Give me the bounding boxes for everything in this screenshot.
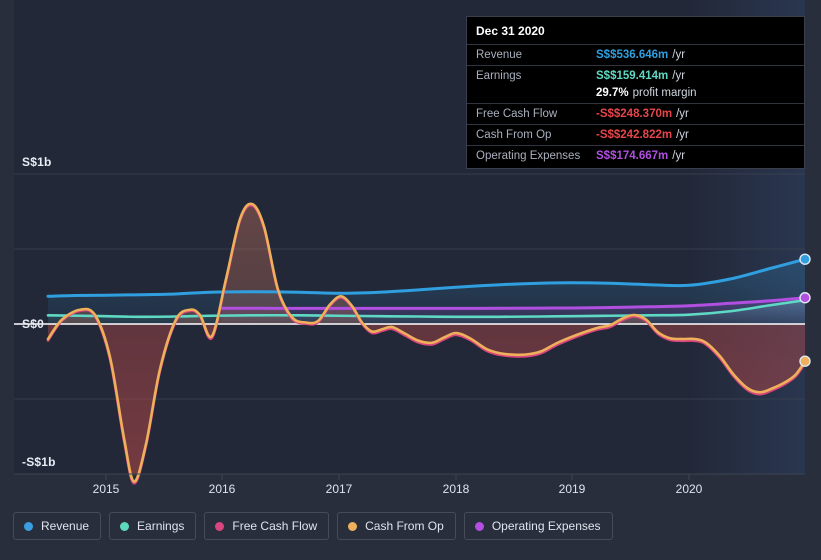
tooltip-row-unit: /yr [672, 49, 686, 61]
legend-item-label: Revenue [41, 519, 90, 533]
tooltip-row-unit: /yr [672, 70, 686, 82]
legend-color-dot-icon [474, 521, 484, 531]
tooltip-row-unit: /yr [672, 150, 686, 162]
tooltip-date: Dec 31 2020 [476, 24, 545, 38]
tooltip-row-value: -S$$248.370m [596, 108, 673, 120]
legend-item-operating-expenses[interactable]: Operating Expenses [463, 512, 613, 540]
tooltip-row-label: Earnings [476, 70, 522, 82]
legend-item-revenue[interactable]: Revenue [13, 512, 102, 540]
x-axis-tick-label: 2016 [208, 482, 236, 496]
legend-item-cash-from-op[interactable]: Cash From Op [337, 512, 456, 540]
tooltip-row: 29.7% profit margin [467, 86, 804, 103]
legend-color-dot-icon [120, 521, 130, 531]
chart-legend[interactable]: Revenue Earnings Free Cash Flow Cash From O… [13, 512, 613, 540]
tooltip-row: Operating Expenses S$$174.667m/yr [467, 145, 804, 166]
x-axis-tick-label: 2020 [675, 482, 703, 496]
tooltip-row-label: Revenue [476, 49, 523, 61]
legend-color-dot-icon [215, 521, 225, 531]
tooltip-row-label: Cash From Op [476, 129, 552, 141]
tooltip-row-value: S$$174.667m [596, 150, 669, 162]
y-axis-tick-label: -S$1b [22, 455, 56, 469]
legend-color-dot-icon [348, 521, 358, 531]
tooltip-rows: Revenue S$$536.646m/yr Earnings S$$159.414m… [467, 44, 804, 166]
x-axis-tick-label: 2019 [558, 482, 586, 496]
chart-tooltip: Dec 31 2020 Revenue S$$536.646m/yr Earning… [466, 16, 805, 169]
financial-chart-screenshot: S$1b S$0 -S$1b 2015 2016 2017 2018 2019 2020 … [0, 0, 821, 560]
tooltip-row: Cash From Op -S$$242.822m/yr [467, 124, 804, 145]
tooltip-row-label: Operating Expenses [476, 150, 581, 162]
tooltip-row-suffix: profit margin [632, 87, 697, 99]
x-axis-tick-label: 2017 [325, 482, 353, 496]
legend-item-label: Earnings [137, 519, 185, 533]
tooltip-row-value: -S$$242.822m [596, 129, 673, 141]
tooltip-row-unit: /yr [676, 108, 689, 120]
tooltip-row: Revenue S$$536.646m/yr [467, 44, 804, 65]
y-axis-tick-label: S$0 [22, 317, 44, 331]
tooltip-row: Earnings S$$159.414m/yr [467, 65, 804, 86]
legend-item-earnings[interactable]: Earnings [109, 512, 197, 540]
y-axis-tick-label: S$1b [22, 155, 52, 169]
legend-item-free-cash-flow[interactable]: Free Cash Flow [204, 512, 330, 540]
tooltip-row: Free Cash Flow -S$$248.370m/yr [467, 103, 804, 124]
tooltip-row-value: S$$159.414m [596, 70, 669, 82]
legend-item-label: Operating Expenses [491, 519, 601, 533]
tooltip-row-value: S$$536.646m [596, 49, 669, 61]
tooltip-row-value: 29.7% [596, 87, 629, 99]
legend-item-label: Cash From Op [365, 519, 444, 533]
x-axis-tick-label: 2018 [442, 482, 470, 496]
x-axis-tick-label: 2015 [92, 482, 120, 496]
legend-color-dot-icon [24, 521, 33, 531]
legend-item-label: Free Cash Flow [232, 519, 318, 533]
tooltip-row-unit: /yr [676, 129, 689, 141]
tooltip-row-label: Free Cash Flow [476, 108, 558, 120]
